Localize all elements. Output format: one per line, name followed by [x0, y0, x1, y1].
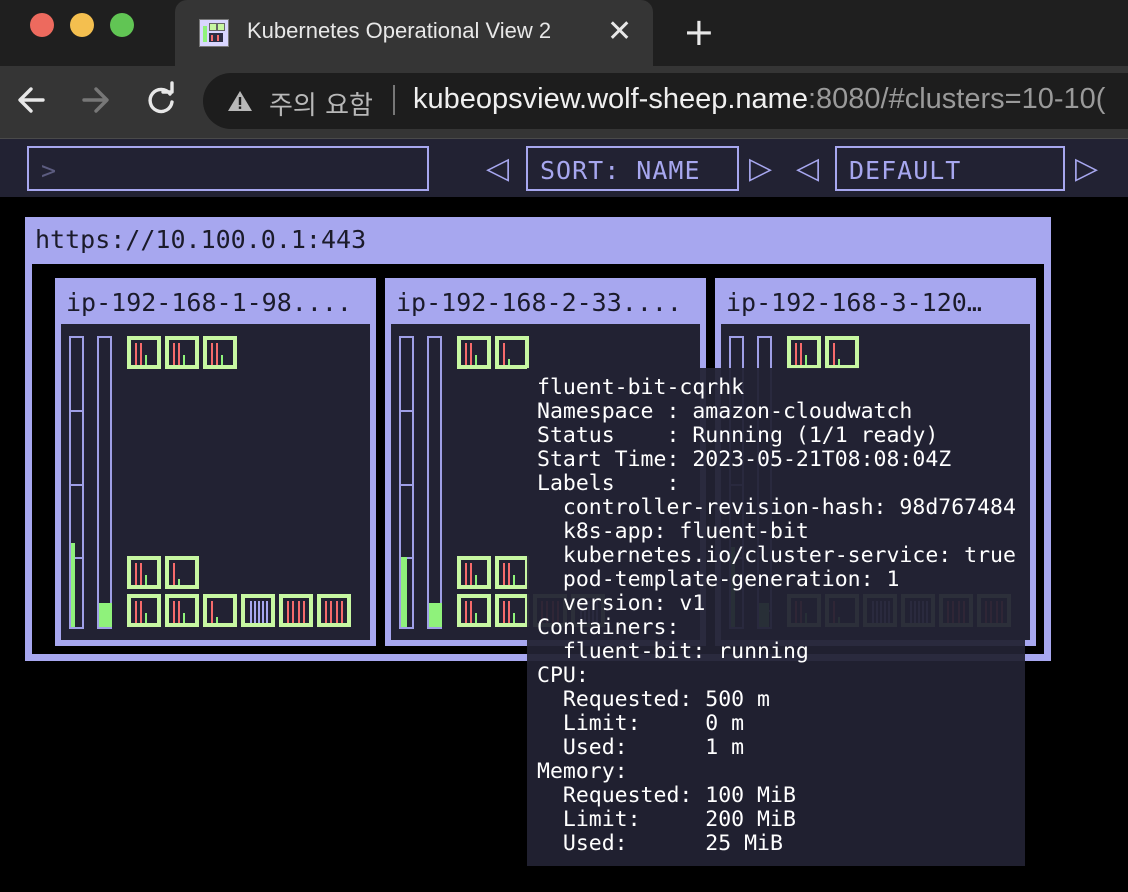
tooltip-line: Memory:	[537, 759, 628, 784]
sort-selector[interactable]: SORT: NAME	[526, 146, 739, 191]
tooltip-line: Containers:	[537, 615, 680, 640]
tooltip-line: controller-revision-hash: 98d767484	[537, 495, 1016, 520]
pod-box[interactable]	[203, 336, 237, 369]
pod-box[interactable]	[127, 336, 161, 369]
tooltip-line: version: v1	[537, 591, 706, 616]
pod-box[interactable]	[825, 336, 859, 369]
tooltip-line: Start Time: 2023-05-21T08:08:04Z	[537, 447, 952, 472]
resource-gauge	[427, 336, 442, 629]
reload-icon[interactable]	[140, 78, 180, 122]
app-top-bar: > ◁ SORT: NAME ▷ ◁ DEFAULT ▷	[0, 139, 1128, 197]
tooltip-line: Status : Running (1/1 ready)	[537, 423, 939, 448]
theme-selector[interactable]: DEFAULT	[835, 146, 1065, 191]
tooltip-line: k8s-app: fluent-bit	[537, 519, 809, 544]
pod-box[interactable]	[457, 594, 491, 627]
tooltip-line: Requested: 500 m	[537, 687, 770, 712]
resource-gauge	[69, 336, 84, 629]
pod-box[interactable]	[317, 594, 351, 627]
pod-box[interactable]	[165, 556, 199, 589]
node-title: ip-192-168-2-33....	[396, 288, 682, 317]
cluster-title: https://10.100.0.1:443	[35, 225, 367, 254]
tooltip-line: fluent-bit-cqrhk	[537, 375, 745, 400]
tooltip-line: Limit: 200 MiB	[537, 807, 796, 832]
address-bar[interactable]: 주의 요함 kubeopsview.wolf-sheep.name:8080/#…	[203, 73, 1128, 129]
pod-box[interactable]	[457, 556, 491, 589]
pod-box[interactable]	[787, 336, 821, 369]
tooltip-line: CPU:	[537, 663, 589, 688]
tooltip-line: Used: 25 MiB	[537, 831, 783, 856]
pod-box[interactable]	[457, 336, 491, 369]
pod-box[interactable]	[495, 556, 529, 589]
pod-box[interactable]	[241, 594, 275, 627]
node-title: ip-192-168-1-98....	[66, 288, 352, 317]
pod-tooltip: fluent-bit-cqrhk Namespace : amazon-cloud…	[527, 368, 1025, 866]
tooltip-line: Limit: 0 m	[537, 711, 745, 736]
security-warning-label[interactable]: 주의 요함	[269, 85, 373, 122]
window-minimize-button[interactable]	[70, 13, 94, 37]
pod-box[interactable]	[165, 336, 199, 369]
theme-prev-arrow-icon[interactable]: ◁	[796, 151, 819, 186]
pod-box[interactable]	[127, 556, 161, 589]
resource-gauge	[97, 336, 112, 629]
pod-box[interactable]	[127, 594, 161, 627]
tooltip-line: fluent-bit: running	[537, 639, 809, 664]
node-title: ip-192-168-3-120…	[726, 288, 982, 317]
tab-title: Kubernetes Operational View 2	[247, 18, 552, 43]
node-panel[interactable]: ip-192-168-1-98....	[55, 278, 376, 646]
browser-toolbar: 주의 요함 kubeopsview.wolf-sheep.name:8080/#…	[0, 66, 1128, 139]
tooltip-line: Used: 1 m	[537, 735, 745, 760]
warning-icon[interactable]	[227, 89, 253, 117]
browser-tab-bar: Kubernetes Operational View 2 ✕ +	[0, 0, 1128, 66]
resource-gauge	[399, 336, 414, 629]
filter-input[interactable]: >	[27, 146, 429, 191]
tooltip-line: pod-template-generation: 1	[537, 567, 900, 592]
pod-box[interactable]	[279, 594, 313, 627]
pod-box[interactable]	[203, 594, 237, 627]
tooltip-line: Requested: 100 MiB	[537, 783, 796, 808]
plus-icon[interactable]: +	[683, 10, 715, 54]
url-text[interactable]: kubeopsview.wolf-sheep.name:8080/#cluste…	[413, 83, 1105, 116]
browser-tab-active[interactable]: Kubernetes Operational View 2 ✕	[175, 0, 653, 66]
back-arrow-icon[interactable]	[13, 78, 53, 122]
tooltip-line: Labels :	[537, 471, 680, 496]
forward-arrow-icon[interactable]	[76, 78, 116, 122]
pod-box[interactable]	[495, 336, 529, 369]
pod-box[interactable]	[495, 594, 529, 627]
sort-prev-arrow-icon[interactable]: ◁	[486, 151, 509, 186]
pod-box[interactable]	[165, 594, 199, 627]
tooltip-line: kubernetes.io/cluster-service: true	[537, 543, 1016, 568]
tooltip-line: Namespace : amazon-cloudwatch	[537, 399, 913, 424]
window-maximize-button[interactable]	[110, 13, 134, 37]
theme-next-arrow-icon[interactable]: ▷	[1075, 151, 1098, 186]
close-icon[interactable]: ✕	[607, 14, 632, 49]
kube-ops-view-favicon-icon	[199, 19, 229, 47]
sort-next-arrow-icon[interactable]: ▷	[749, 151, 772, 186]
window-close-button[interactable]	[30, 13, 54, 37]
